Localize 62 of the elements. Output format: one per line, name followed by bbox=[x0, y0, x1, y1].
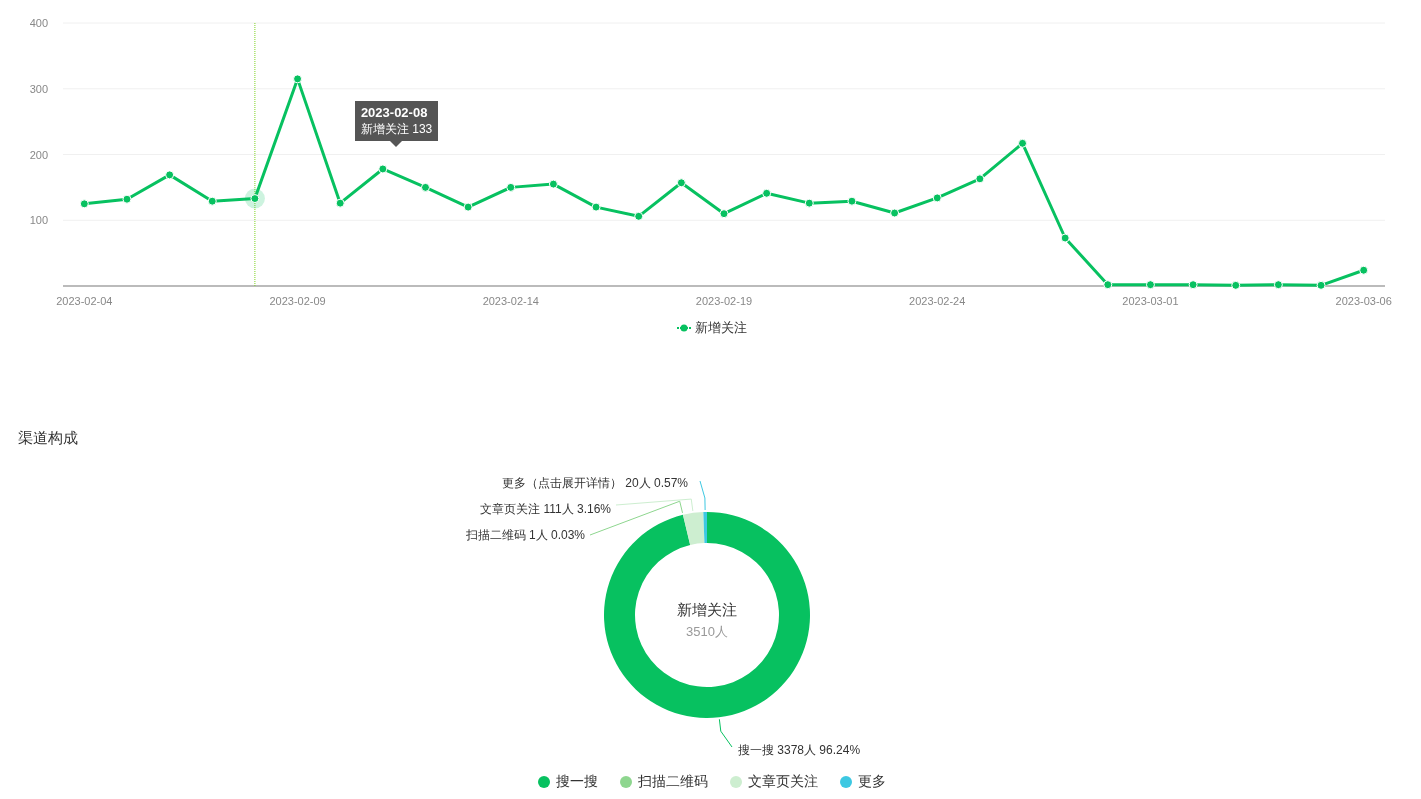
data-point[interactable] bbox=[250, 194, 260, 204]
data-point[interactable] bbox=[79, 199, 89, 209]
axis-label: 2023-02-09 bbox=[269, 295, 326, 307]
data-point[interactable] bbox=[548, 179, 558, 189]
data-point[interactable] bbox=[1145, 280, 1155, 290]
leader-line bbox=[718, 718, 733, 748]
tooltip-title: 2023-02-08 bbox=[360, 105, 429, 121]
data-point[interactable] bbox=[676, 178, 686, 188]
axis-label: 2023-02-24 bbox=[909, 295, 966, 307]
data-point[interactable] bbox=[1188, 280, 1198, 290]
slice-label: 更多（点击展开详情） 20人 0.57% bbox=[501, 476, 688, 490]
data-point[interactable] bbox=[122, 194, 132, 204]
donut-slice[interactable] bbox=[703, 512, 707, 544]
data-point[interactable] bbox=[634, 211, 644, 221]
donut-center-title: 新增关注 bbox=[677, 601, 737, 618]
data-point[interactable] bbox=[719, 209, 729, 219]
axis-label: 2023-03-01 bbox=[1122, 295, 1179, 307]
data-point[interactable] bbox=[591, 202, 601, 212]
legend-label[interactable]: 搜一搜 bbox=[555, 771, 598, 792]
data-point[interactable] bbox=[1359, 265, 1369, 275]
legend-label[interactable]: 更多 bbox=[857, 771, 886, 792]
data-point[interactable] bbox=[378, 164, 388, 174]
data-point[interactable] bbox=[847, 196, 857, 206]
legend-line-icon bbox=[676, 323, 691, 332]
axis-label: 2023-03-06 bbox=[1335, 295, 1392, 307]
data-point[interactable] bbox=[207, 196, 217, 206]
axis-label: 200 bbox=[29, 148, 48, 161]
leader-line bbox=[699, 480, 706, 511]
data-point[interactable] bbox=[975, 174, 985, 184]
section-title: 渠道构成 bbox=[18, 427, 78, 448]
data-point[interactable] bbox=[1231, 280, 1241, 290]
data-point[interactable] bbox=[762, 188, 772, 198]
donut-slice[interactable] bbox=[604, 512, 810, 718]
axis-label: 2023-02-04 bbox=[56, 295, 113, 307]
data-point[interactable] bbox=[1273, 280, 1283, 290]
tooltip-value: 新增关注 133 bbox=[360, 121, 433, 137]
data-point[interactable] bbox=[1060, 233, 1070, 243]
slice-label: 扫描二维码 1人 0.03% bbox=[465, 528, 585, 542]
data-point[interactable] bbox=[463, 202, 473, 212]
data-point[interactable] bbox=[165, 170, 175, 180]
axis-label: 100 bbox=[29, 214, 48, 227]
data-point[interactable] bbox=[335, 198, 345, 208]
slice-label: 文章页关注 111人 3.16% bbox=[480, 502, 611, 516]
data-point[interactable] bbox=[293, 74, 303, 84]
data-point[interactable] bbox=[890, 208, 900, 218]
data-point[interactable] bbox=[804, 198, 814, 208]
axis-label: 2023-02-19 bbox=[695, 295, 753, 307]
axis-label: 2023-02-14 bbox=[482, 295, 539, 307]
legend-label[interactable]: 扫描二维码 bbox=[637, 771, 708, 792]
data-point[interactable] bbox=[1103, 280, 1113, 290]
legend-label[interactable]: 新增关注 bbox=[694, 318, 747, 338]
data-point[interactable] bbox=[932, 193, 942, 203]
legend-label[interactable]: 文章页关注 bbox=[747, 771, 818, 792]
data-point[interactable] bbox=[1316, 280, 1326, 290]
axis-label: 400 bbox=[29, 17, 48, 29]
slice-label: 搜一搜 3378人 96.24% bbox=[738, 743, 861, 757]
axis-label: 300 bbox=[29, 82, 48, 95]
data-point[interactable] bbox=[421, 182, 430, 192]
data-point[interactable] bbox=[1018, 138, 1027, 148]
donut-center-value: 3510人 bbox=[686, 624, 728, 639]
donut-slice[interactable] bbox=[683, 512, 705, 545]
data-point[interactable] bbox=[506, 182, 516, 192]
